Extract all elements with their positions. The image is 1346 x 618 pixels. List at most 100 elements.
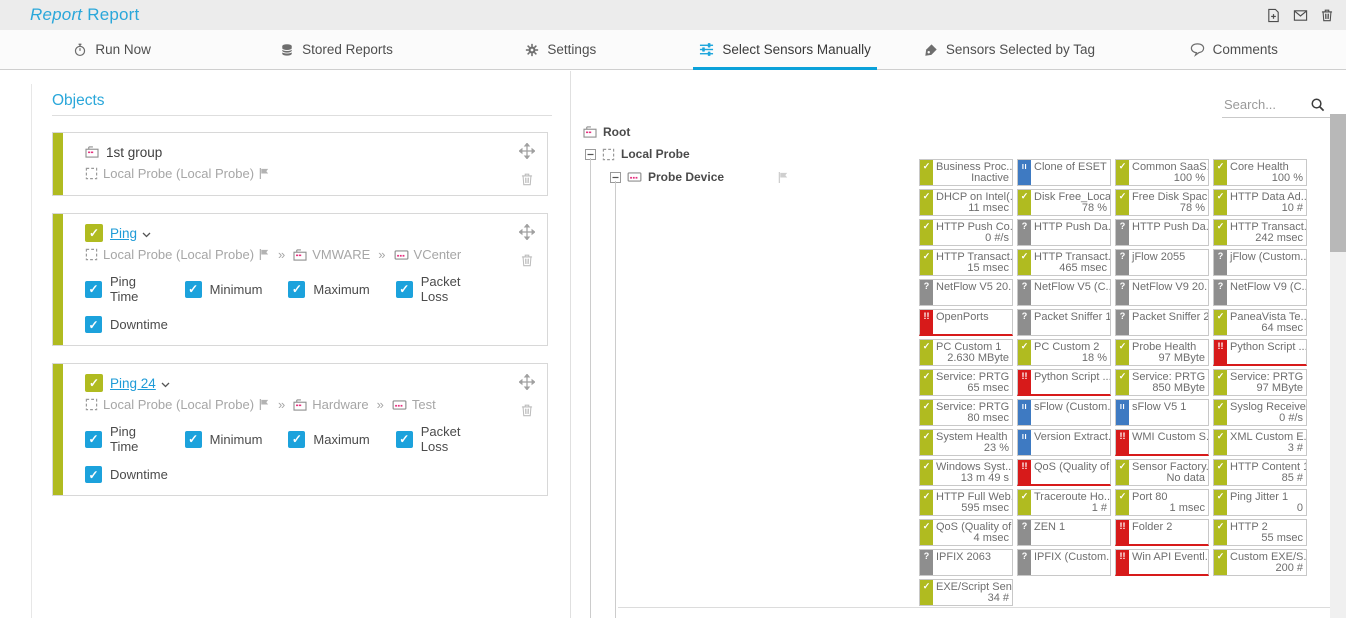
object-checkbox[interactable]: ✓	[85, 224, 103, 242]
channel-checkbox-downtime[interactable]: ✓Downtime	[85, 466, 168, 483]
sensor-tile[interactable]: IIsFlow V5 1	[1115, 399, 1209, 426]
sensor-tile[interactable]: ?jFlow 2055	[1115, 249, 1209, 276]
delete-object-icon[interactable]	[520, 253, 534, 267]
channel-checkbox-downtime[interactable]: ✓Downtime	[85, 316, 168, 333]
sensor-tile[interactable]: ?NetFlow V9 20...	[1115, 279, 1209, 306]
sensor-tile[interactable]: ✓System Health23 %	[919, 429, 1013, 456]
breadcrumb-text: VCenter	[414, 247, 462, 262]
search-icon[interactable]	[1310, 97, 1325, 112]
sensor-tile[interactable]: ?Packet Sniffer 2	[1115, 309, 1209, 336]
delete-object-icon[interactable]	[520, 172, 534, 186]
sensor-tile[interactable]: ✓HTTP Full Web...595 msec	[919, 489, 1013, 516]
send-email-icon[interactable]	[1293, 8, 1308, 23]
move-handle-icon[interactable]	[519, 224, 535, 240]
channel-checkbox-minimum[interactable]: ✓Minimum	[185, 281, 263, 298]
sensor-tile[interactable]: ?ZEN 1	[1017, 519, 1111, 546]
sensor-tile[interactable]: ✓PaneaVista Te...64 msec	[1213, 309, 1307, 336]
tab-select-sensors-manually[interactable]: Select Sensors Manually	[673, 30, 897, 69]
object-checkbox[interactable]: ✓	[85, 374, 103, 392]
sensor-tile[interactable]: ✓Ping Jitter 10	[1213, 489, 1307, 516]
sensor-tile[interactable]: IIVersion Extract...	[1017, 429, 1111, 456]
sensor-tile[interactable]: ✓PC Custom 12.630 MByte	[919, 339, 1013, 366]
channel-checkbox-ping-time[interactable]: ✓Ping Time	[85, 274, 159, 304]
sensor-tile[interactable]: ✓Service: PRTG ...850 MByte	[1115, 369, 1209, 396]
sensor-tile[interactable]: !!Python Script ...	[1017, 369, 1111, 396]
sensor-value: 0 #/s	[985, 232, 1009, 244]
sensor-tile[interactable]: ✓Syslog Receive...0 #/s	[1213, 399, 1307, 426]
sensor-tile[interactable]: ✓HTTP Data Ad...10 #	[1213, 189, 1307, 216]
sensor-tile[interactable]: ✓Service: PRTG ...65 msec	[919, 369, 1013, 396]
sensor-tile[interactable]: IIsFlow (Custom...	[1017, 399, 1111, 426]
sensor-tile[interactable]: ✓XML Custom E...3 #	[1213, 429, 1307, 456]
sensor-tile[interactable]: ✓PC Custom 218 %	[1017, 339, 1111, 366]
sensor-tile[interactable]: ✓Windows Syst...13 m 49 s	[919, 459, 1013, 486]
sensor-tile[interactable]: ✓HTTP Transact...242 msec	[1213, 219, 1307, 246]
search-input[interactable]	[1222, 96, 1308, 113]
sensor-tile[interactable]: ✓Common SaaS...100 %	[1115, 159, 1209, 186]
sensor-tile[interactable]: ✓Service: PRTG ...97 MByte	[1213, 369, 1307, 396]
sensor-tile[interactable]: !!Python Script ...	[1213, 339, 1307, 366]
sliders-icon	[699, 42, 714, 57]
tree-node-root[interactable]: Root	[583, 124, 630, 140]
channel-checkbox-maximum[interactable]: ✓Maximum	[288, 431, 369, 448]
sensor-tile[interactable]: ✓Business Proc...Inactive	[919, 159, 1013, 186]
tree-node-probe-device[interactable]: Probe Device	[610, 169, 789, 185]
channel-checkbox-packet-loss[interactable]: ✓Packet Loss	[396, 274, 481, 304]
sensor-tile[interactable]: !!WMI Custom S...	[1115, 429, 1209, 456]
tab-stored-reports[interactable]: Stored Reports	[224, 30, 448, 69]
sensor-tile[interactable]: ?Packet Sniffer 1	[1017, 309, 1111, 336]
delete-report-icon[interactable]	[1320, 8, 1334, 22]
tab-sensors-selected-by-tag[interactable]: Sensors Selected by Tag	[897, 30, 1121, 69]
sensor-tile[interactable]: ✓Service: PRTG ...80 msec	[919, 399, 1013, 426]
sensor-tile[interactable]: ✓HTTP Transact...15 msec	[919, 249, 1013, 276]
sensor-tile[interactable]: ✓DHCP on Intel(...11 msec	[919, 189, 1013, 216]
tab-settings[interactable]: Settings	[449, 30, 673, 69]
status-up-icon: ✓	[1116, 340, 1129, 365]
sensor-tile[interactable]: ?jFlow (Custom...	[1213, 249, 1307, 276]
sensor-tile[interactable]: IIClone of ESET ...	[1017, 159, 1111, 186]
sensor-tile[interactable]: ✓Core Health100 %	[1213, 159, 1307, 186]
tab-comments[interactable]: Comments	[1122, 30, 1346, 69]
sensor-tile[interactable]: ✓QoS (Quality of...4 msec	[919, 519, 1013, 546]
sensor-tile[interactable]: !!Folder 2	[1115, 519, 1209, 546]
sensor-tile[interactable]: ✓Sensor Factory...No data	[1115, 459, 1209, 486]
delete-object-icon[interactable]	[520, 403, 534, 417]
sensor-tile[interactable]: ✓HTTP Push Co...0 #/s	[919, 219, 1013, 246]
sensor-tile[interactable]: ✓Free Disk Spac...78 %	[1115, 189, 1209, 216]
sensor-tile[interactable]: ?IPFIX 2063	[919, 549, 1013, 576]
channel-checkbox-packet-loss[interactable]: ✓Packet Loss	[396, 424, 481, 454]
add-report-icon[interactable]	[1266, 8, 1281, 23]
channel-checkbox-ping-time[interactable]: ✓Ping Time	[85, 424, 159, 454]
sensor-tile[interactable]: ✓Custom EXE/S...200 #	[1213, 549, 1307, 576]
sensor-tile[interactable]: ✓Probe Health97 MByte	[1115, 339, 1209, 366]
move-handle-icon[interactable]	[519, 374, 535, 390]
sensor-name: Version Extract...	[1033, 430, 1110, 443]
status-error-icon: !!	[1018, 460, 1031, 484]
sensor-tile[interactable]: !!Win API Eventl...	[1115, 549, 1209, 576]
object-link[interactable]: Ping	[110, 226, 137, 241]
sensor-tile[interactable]: ?NetFlow V5 20...	[919, 279, 1013, 306]
scrollbar-thumb[interactable]	[1330, 114, 1346, 252]
sensor-tile[interactable]: ?NetFlow V9 (C...	[1213, 279, 1307, 306]
sensor-tile[interactable]: ?IPFIX (Custom...	[1017, 549, 1111, 576]
tab-run-now[interactable]: Run Now	[0, 30, 224, 69]
object-card: ✓PingLocal Probe (Local Probe)»VMWARE»VC…	[52, 213, 548, 346]
sensor-tile[interactable]: ✓Disk Free_Local78 %	[1017, 189, 1111, 216]
sensor-tile[interactable]: !!QoS (Quality of...	[1017, 459, 1111, 486]
sensor-tile[interactable]: ✓Port 801 msec	[1115, 489, 1209, 516]
sensor-tile[interactable]: ✓Traceroute Ho...1 #	[1017, 489, 1111, 516]
sensor-tile[interactable]: ✓HTTP 255 msec	[1213, 519, 1307, 546]
sensor-tile[interactable]: ✓HTTP Transact...465 msec	[1017, 249, 1111, 276]
sensor-tile[interactable]: ?NetFlow V5 (C...	[1017, 279, 1111, 306]
object-link[interactable]: Ping 24	[110, 376, 156, 391]
move-handle-icon[interactable]	[519, 143, 535, 159]
channel-checkbox-minimum[interactable]: ✓Minimum	[185, 431, 263, 448]
sensor-tile[interactable]: ?HTTP Push Da...	[1017, 219, 1111, 246]
channel-checkbox-maximum[interactable]: ✓Maximum	[288, 281, 369, 298]
sensor-tile[interactable]: !!OpenPorts	[919, 309, 1013, 336]
sensor-value: 850 MByte	[1152, 382, 1205, 394]
sensor-tile[interactable]: ✓HTTP Content 185 #	[1213, 459, 1307, 486]
sensor-tile[interactable]: ?HTTP Push Da...	[1115, 219, 1209, 246]
tree-node-local-probe[interactable]: Local Probe	[585, 146, 690, 162]
sensor-tile[interactable]: ✓EXE/Script Sen...34 #	[919, 579, 1013, 606]
